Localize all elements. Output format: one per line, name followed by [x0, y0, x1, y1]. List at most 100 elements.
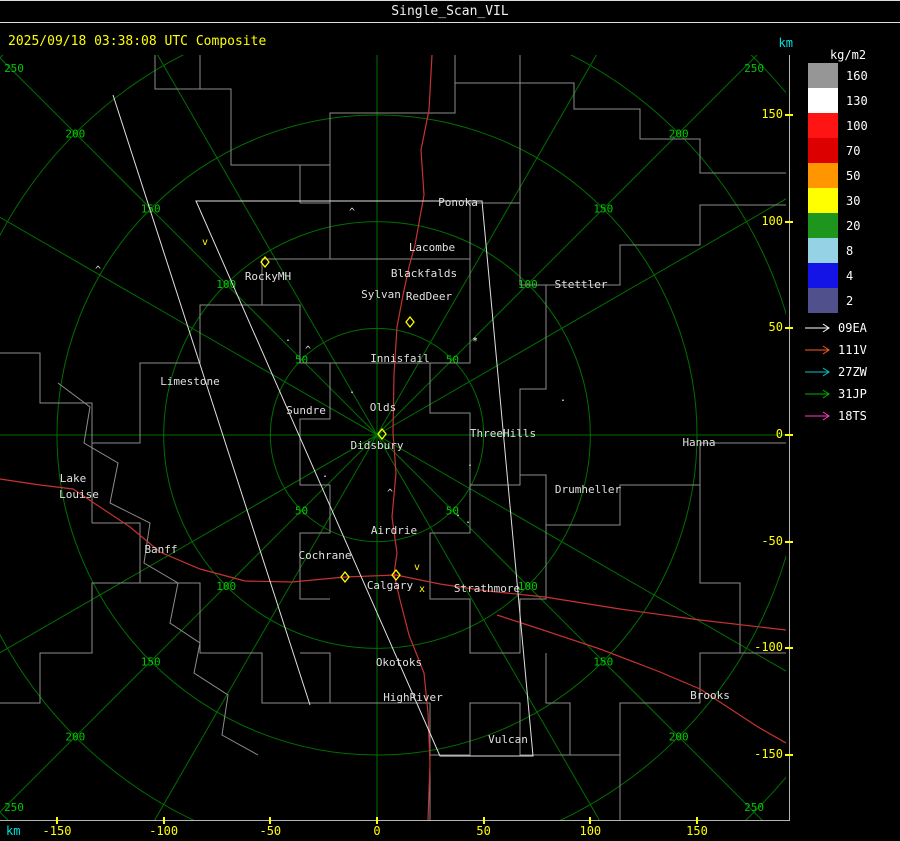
city-label: ThreeHills: [470, 427, 536, 440]
title-bar[interactable]: Single_Scan_VIL: [0, 0, 900, 23]
city-label: Brooks: [690, 689, 730, 702]
legend-site-label: 27ZW: [838, 365, 867, 379]
colorbar-swatch: [808, 238, 838, 263]
site-legend: 09EA 111V 27ZW 31JP 18TS: [804, 317, 867, 427]
county-boundary: [92, 522, 331, 704]
poi-marker: ^: [95, 265, 101, 276]
city-label: Louise: [59, 488, 99, 501]
window-title: Single_Scan_VIL: [391, 4, 509, 19]
county-boundary: [519, 203, 547, 525]
city-label: Sundre: [286, 404, 326, 417]
colorbar-swatch: [808, 63, 838, 88]
county-boundary: [91, 304, 262, 523]
poi-marker: .: [349, 385, 355, 396]
map-frame-bottom: [0, 820, 790, 821]
county-boundary: [330, 653, 571, 756]
bottom-axis-tick-label: -100: [149, 824, 179, 838]
city-label: Cochrane: [299, 549, 352, 562]
range-label: 200: [65, 731, 85, 744]
poi-marker: ^: [349, 207, 355, 218]
city-label: Olds: [370, 401, 397, 414]
colorbar-value: 70: [846, 143, 861, 158]
timestamp: 2025/09/18 03:38:08 UTC Composite: [8, 34, 267, 49]
range-label: 200: [65, 127, 85, 140]
county-boundary: [57, 382, 259, 756]
poi-marker: x: [419, 584, 425, 595]
colorbar: 160 130 100 70 50 30 20 8 4 2: [808, 63, 868, 313]
county-boundary: [299, 363, 331, 600]
colorbar-swatch: [808, 138, 838, 163]
legend-arrow-icon: [805, 411, 830, 421]
colorbar-entry: 130: [808, 88, 868, 113]
site-legend-row: 18TS: [804, 405, 867, 427]
colorbar-value: 100: [846, 118, 868, 133]
legend-arrow-icon: [805, 367, 830, 377]
city-label: Blackfalds: [391, 267, 457, 280]
poi-marker: v: [414, 562, 420, 573]
colorbar-value: 2: [846, 293, 854, 308]
colorbar-swatch: [808, 288, 838, 313]
range-label: 250: [4, 801, 24, 814]
city-label: HighRiver: [383, 691, 443, 704]
county-boundary: [300, 165, 331, 204]
city-label: Stettler: [555, 278, 608, 291]
map-frame-right: [789, 55, 790, 821]
colorbar-swatch: [808, 163, 838, 188]
colorbar-units: kg/m2: [829, 48, 867, 62]
county-boundary: [699, 485, 741, 654]
city-label: RedDeer: [406, 290, 453, 303]
poi-marker: .: [560, 393, 566, 404]
city-label: Strathmore: [454, 582, 520, 595]
app-window: Single_Scan_VIL 2025/09/18 03:38:08 UTC …: [0, 0, 900, 841]
legend-arrow-icon: [805, 323, 830, 333]
range-label: 100: [216, 580, 236, 593]
city-label: Sylvan: [361, 288, 401, 301]
colorbar-swatch: [808, 113, 838, 138]
colorbar-swatch: [808, 188, 838, 213]
legend-arrow-icon: [805, 389, 830, 399]
legend-site-label: 111V: [838, 343, 867, 357]
radar-map[interactable]: 50 5050 50100 100100 100150 150150 150200 20020…: [0, 55, 786, 820]
colorbar-value: 4: [846, 268, 854, 283]
range-label: 250: [4, 62, 24, 75]
county-boundary: [261, 203, 331, 364]
county-boundary: [154, 55, 301, 203]
poi-marker: .: [467, 458, 473, 469]
legend-arrow-icon: [805, 345, 830, 355]
poi-marker: *: [472, 336, 478, 347]
site-legend-row: 27ZW: [804, 361, 867, 383]
colorbar-value: 30: [846, 193, 861, 208]
legend-site-label: 09EA: [838, 321, 867, 335]
poi-marker: .: [455, 508, 461, 519]
range-label: 50: [446, 354, 459, 367]
colorbar-entry: 20: [808, 213, 868, 238]
range-label: 150: [141, 203, 161, 216]
colorbar-entry: 100: [808, 113, 868, 138]
county-boundary: [155, 55, 201, 90]
county-boundary: [330, 83, 521, 260]
city-label: Banff: [144, 543, 177, 556]
bottom-axis-tick-label: 50: [476, 824, 491, 838]
colorbar-entry: 70: [808, 138, 868, 163]
colorbar-value: 20: [846, 218, 861, 233]
bottom-axis-tick-label: 0: [373, 824, 381, 838]
colorbar-entry: 2: [808, 288, 868, 313]
colorbar-value: 130: [846, 93, 868, 108]
city-label: Ponoka: [438, 196, 478, 209]
right-axis-unit: km: [778, 36, 793, 50]
bottom-axis-tick-label: -150: [42, 824, 72, 838]
city-label: Lacombe: [409, 241, 455, 254]
city-label: Drumheller: [555, 483, 622, 496]
range-label: 150: [141, 655, 161, 668]
poi-marker: .: [322, 469, 328, 480]
bottom-axis-tick-label: -50: [259, 824, 282, 838]
colorbar-swatch: [808, 88, 838, 113]
city-label: RockyMH: [245, 270, 291, 283]
range-label: 150: [593, 655, 613, 668]
radar-site-marker: [405, 315, 415, 329]
range-label: 100: [518, 580, 538, 593]
site-legend-row: 09EA: [804, 317, 867, 339]
poi-marker: .: [285, 333, 291, 344]
colorbar-entry: 4: [808, 263, 868, 288]
poi-marker: ^: [387, 488, 393, 499]
